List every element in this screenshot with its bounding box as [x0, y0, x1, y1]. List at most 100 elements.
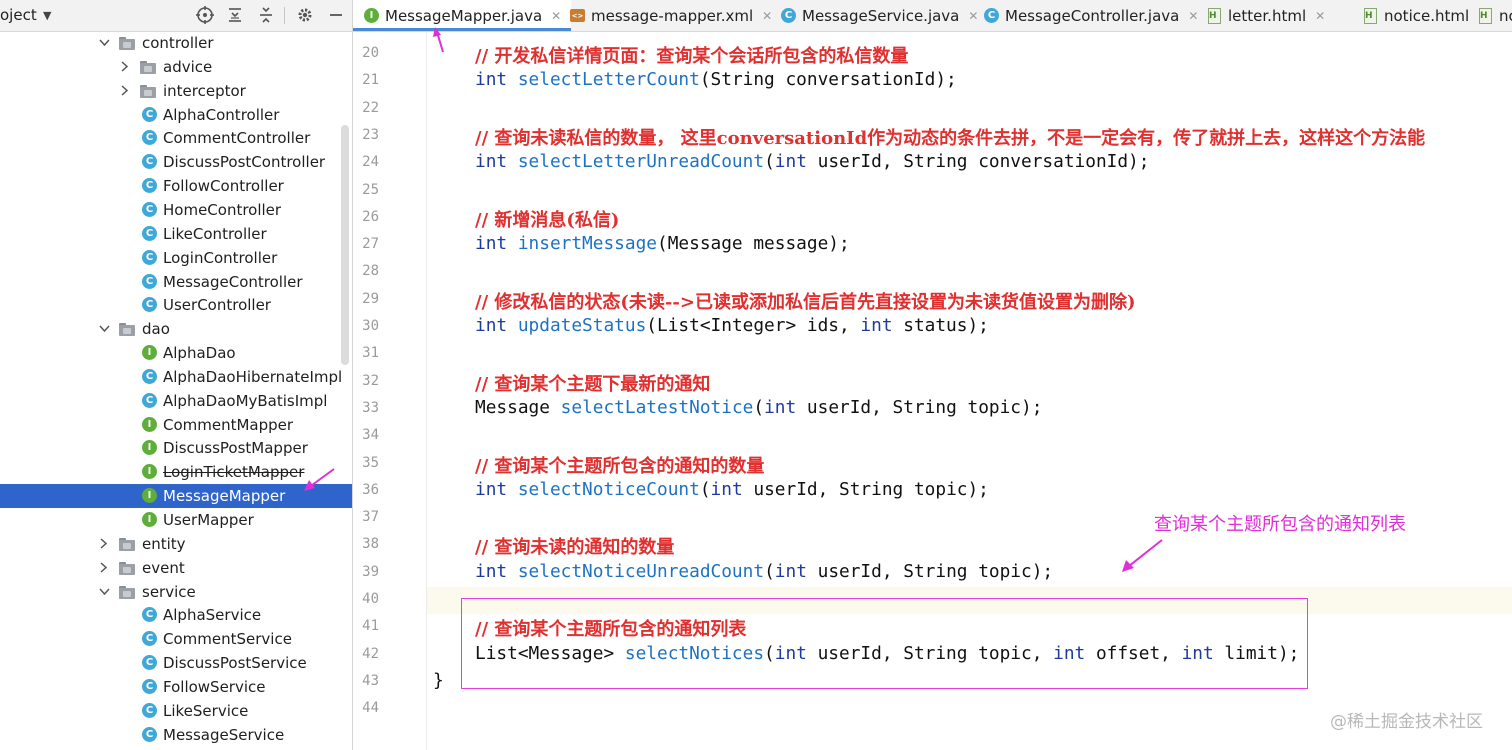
- expand-all-icon[interactable]: [224, 4, 246, 26]
- code-keyword: int: [475, 69, 518, 91]
- annotation-label: 查询某个主题所包含的通知列表: [1154, 514, 1406, 535]
- tree-item-discusspostmapper[interactable]: I DiscussPostMapper: [0, 436, 352, 460]
- line-number: 34: [362, 427, 379, 444]
- tree-item-label: LoginController: [163, 248, 278, 267]
- tab-letter-html[interactable]: letter.html ✕: [1196, 0, 1335, 31]
- class-icon: C: [142, 607, 158, 623]
- code-method-name: insertMessage: [517, 233, 657, 255]
- tree-item-commentservice[interactable]: C CommentService: [0, 627, 352, 651]
- code-text: userId, String conversationId);: [817, 151, 1150, 173]
- tab-message-mapper-xml[interactable]: <> message-mapper.xml ✕: [559, 0, 782, 31]
- chevron-right-icon[interactable]: [118, 79, 132, 103]
- code-method-name: selectNoticeUnreadCount: [517, 560, 765, 582]
- class-icon: C: [142, 392, 158, 409]
- code-line: int selectNoticeUnreadCount(int userId, …: [475, 561, 1053, 582]
- chevron-right-icon[interactable]: [97, 532, 111, 556]
- tree-item-logincontroller[interactable]: C LoginController: [0, 246, 352, 270]
- project-scrollbar[interactable]: [341, 125, 349, 365]
- tree-item-label: CommentMapper: [163, 415, 294, 434]
- chevron-down-icon[interactable]: [97, 31, 111, 55]
- tree-item-alphadaomybatisimpl[interactable]: C AlphaDaoMyBatisImpl: [0, 389, 352, 413]
- code-text: (: [699, 478, 711, 500]
- tree-item-messageservice[interactable]: C MessageService: [0, 723, 352, 747]
- line-number: 28: [362, 263, 379, 280]
- tree-item-discusspostservice[interactable]: C DiscussPostService: [0, 651, 352, 675]
- code-line: int insertMessage(Message message);: [475, 233, 850, 254]
- close-icon[interactable]: ✕: [1315, 9, 1325, 23]
- class-icon: C: [142, 130, 158, 146]
- code-line: Message selectLatestNotice(int userId, S…: [475, 397, 1042, 418]
- class-icon: C: [142, 249, 158, 266]
- code-keyword: int: [774, 560, 818, 582]
- tree-item-alphacontroller[interactable]: C AlphaController: [0, 103, 352, 127]
- code-comment: // 开发私信详情页面：查询某个会话所包含的私信数量: [475, 46, 909, 67]
- code-comment: // 修改私信的状态(未读-->已读或添加私信后首先直接设置为未读货值设置为删除…: [475, 291, 1136, 313]
- tree-item-label: dao: [142, 320, 170, 339]
- tree-annotation-arrow-icon: [304, 468, 335, 491]
- chevron-down-icon[interactable]: [97, 580, 111, 604]
- code-method-name: updateStatus: [517, 315, 647, 336]
- code-keyword: int: [710, 478, 754, 500]
- code-keyword: int: [475, 151, 518, 173]
- tree-item-commentcontroller[interactable]: C CommentController: [0, 126, 352, 150]
- tree-item-likeservice[interactable]: C LikeService: [0, 699, 352, 723]
- code-text: userId, String topic);: [753, 478, 989, 500]
- tree-item-event[interactable]: event: [0, 556, 352, 580]
- gear-icon[interactable]: [294, 4, 316, 26]
- interface-icon: I: [142, 416, 158, 433]
- tree-item-label: LoginTicketMapper: [163, 463, 305, 482]
- interface-icon: I: [142, 464, 158, 480]
- tree-item-followservice[interactable]: C FollowService: [0, 675, 352, 699]
- tree-item-label: AlphaDaoHibernateImpl: [163, 367, 343, 386]
- minimize-icon[interactable]: [325, 4, 347, 26]
- html-file-icon: [1363, 8, 1378, 24]
- line-number: 21: [362, 72, 379, 89]
- line-number: 29: [362, 290, 379, 307]
- project-panel-title[interactable]: oject: [0, 6, 37, 24]
- collapse-all-icon[interactable]: [255, 4, 277, 26]
- tree-item-label: LikeController: [163, 224, 267, 243]
- class-icon: C: [984, 8, 999, 23]
- tab-nc[interactable]: nc: [1467, 0, 1512, 31]
- tab-label: nc: [1499, 6, 1512, 25]
- tree-item-advice[interactable]: advice: [0, 55, 352, 79]
- tree-item-alphadao[interactable]: I AlphaDao: [0, 341, 352, 365]
- tree-item-entity[interactable]: entity: [0, 532, 352, 556]
- code-text: (: [764, 560, 775, 582]
- tree-item-interceptor[interactable]: interceptor: [0, 79, 352, 103]
- code-text: userId, String topic);: [806, 396, 1043, 418]
- line-number: 22: [362, 99, 379, 116]
- tree-item-label: DiscussPostController: [163, 153, 326, 172]
- line-number-gutter: 20 21 22 23 24 25 26 27 28 29 30 31 32 33 34 35 36 37 38 39…: [353, 32, 427, 750]
- tree-item-service[interactable]: service: [0, 580, 352, 604]
- tree-item-discusspostcontroller[interactable]: C DiscussPostController: [0, 150, 352, 174]
- tree-item-alphadaohibernateimpl[interactable]: C AlphaDaoHibernateImpl: [0, 365, 352, 389]
- class-icon: C: [142, 368, 158, 385]
- code-keyword: int: [774, 151, 818, 173]
- chevron-right-icon[interactable]: [118, 55, 132, 79]
- tree-item-homecontroller[interactable]: C HomeController: [0, 198, 352, 222]
- tab-label: message-mapper.xml: [591, 6, 754, 25]
- chevron-down-icon[interactable]: [97, 317, 111, 341]
- watermark: @稀土掘金技术社区: [1330, 712, 1483, 732]
- annotation-highlight-box: [461, 598, 1308, 689]
- tab-messagecontroller-java[interactable]: C MessageController.java ✕: [973, 0, 1208, 31]
- tree-item-controller[interactable]: controller: [0, 31, 352, 55]
- class-icon: C: [142, 702, 158, 719]
- locate-file-icon[interactable]: [194, 4, 216, 26]
- tree-item-followcontroller[interactable]: C FollowController: [0, 174, 352, 198]
- tree-item-commentmapper[interactable]: I CommentMapper: [0, 413, 352, 437]
- tree-item-messagecontroller[interactable]: C MessageController: [0, 270, 352, 294]
- tree-item-likecontroller[interactable]: C LikeController: [0, 222, 352, 246]
- class-icon: C: [142, 678, 158, 695]
- folder-icon: [119, 560, 135, 576]
- class-icon: C: [142, 297, 158, 313]
- tree-item-alphaservice[interactable]: C AlphaService: [0, 603, 352, 627]
- tree-item-dao[interactable]: dao: [0, 317, 352, 341]
- tree-item-usermapper[interactable]: I UserMapper: [0, 508, 352, 532]
- tree-item-usercontroller[interactable]: C UserController: [0, 293, 352, 317]
- chevron-right-icon[interactable]: [97, 556, 111, 580]
- chevron-down-icon[interactable]: ▼: [43, 9, 51, 22]
- tab-messagemapper-java[interactable]: I MessageMapper.java ✕: [353, 0, 572, 31]
- tab-messageservice-java[interactable]: C MessageService.java ✕: [770, 0, 988, 31]
